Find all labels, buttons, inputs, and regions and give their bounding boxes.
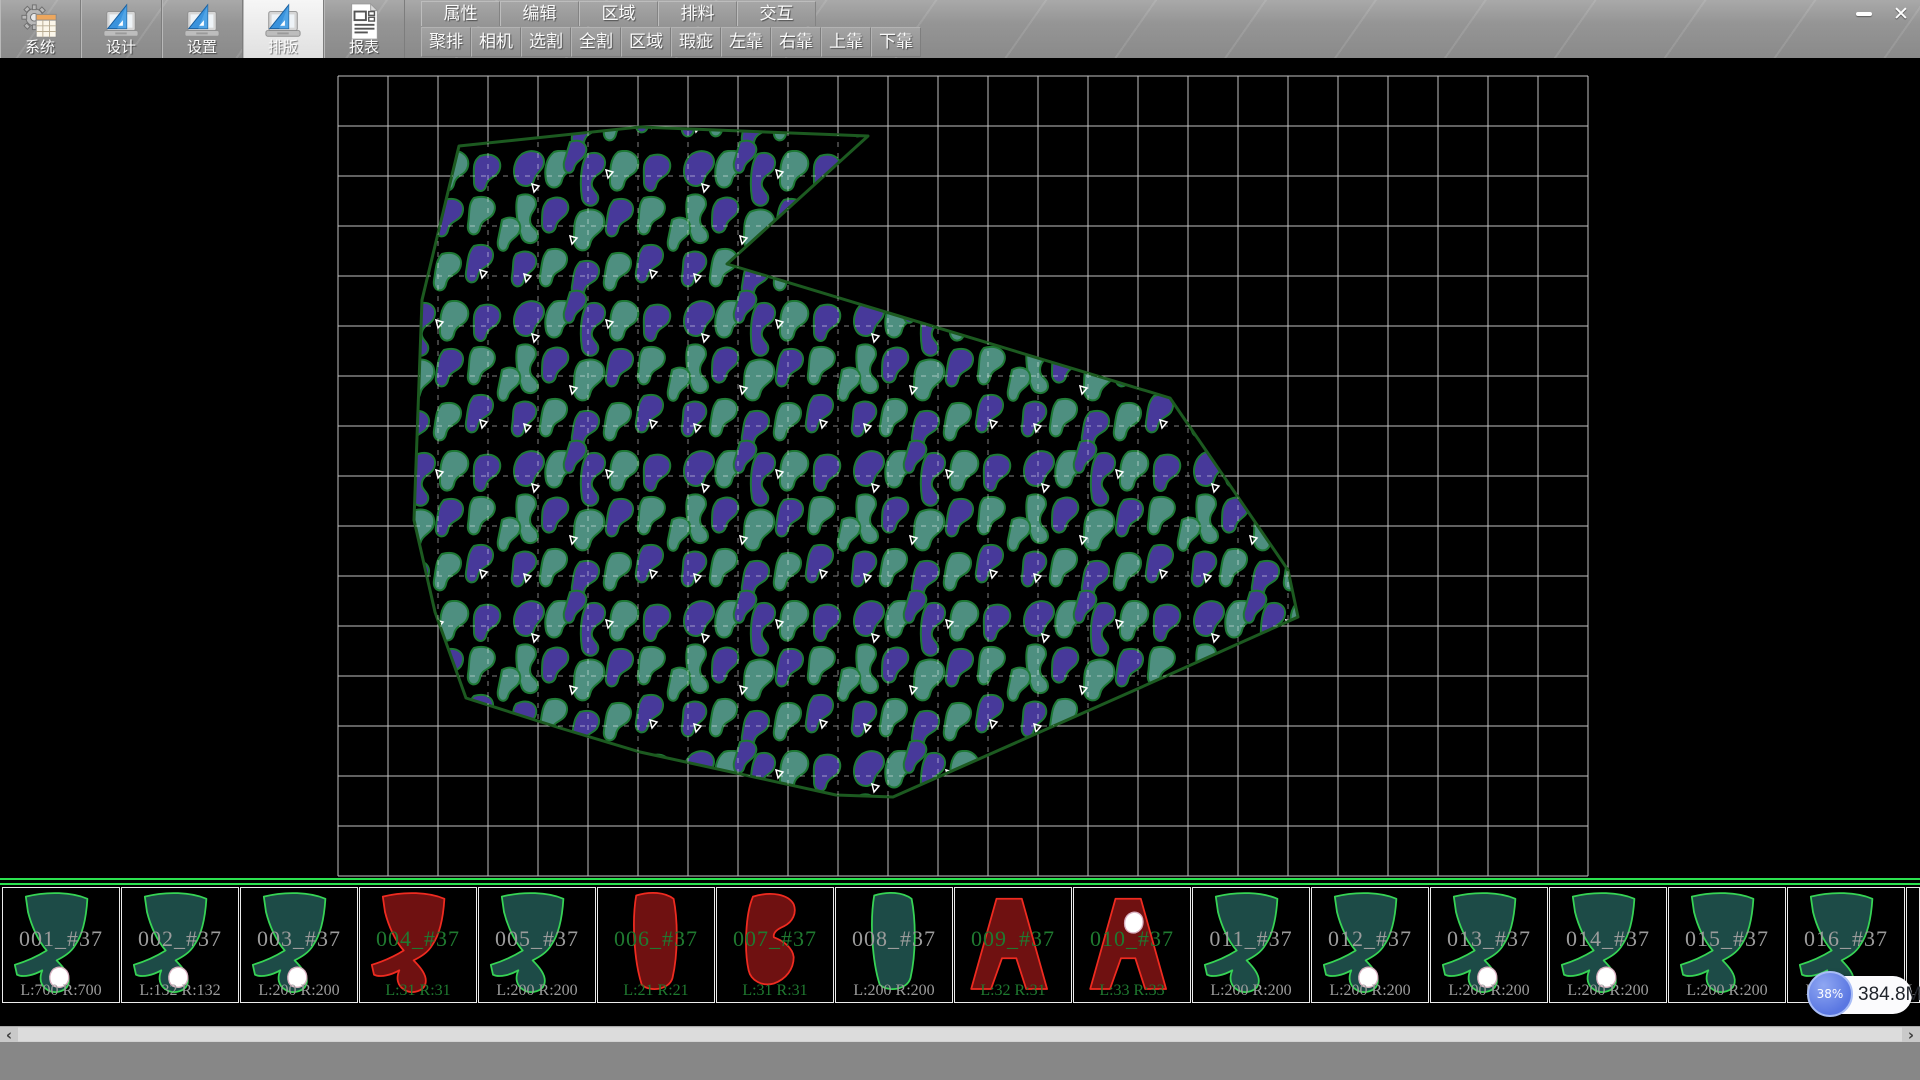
app-window: 系统 设计 设置 排版 报表 属性编辑区域排料交互 聚排相机选割全割区域瑕疵左靠…: [0, 0, 1920, 1080]
piece-thumbnail-6[interactable]: 006_#37 L:21 R:21: [597, 887, 715, 1003]
tool-button-10[interactable]: 下靠: [871, 27, 921, 57]
piece-lr-count: L:200 R:200: [1550, 982, 1666, 1000]
strip-divider-line-bottom: [0, 883, 1920, 885]
piece-id-label: 005_#37: [479, 926, 595, 952]
piece-id-label: 010_#37: [1074, 926, 1190, 952]
menu-tab-5[interactable]: 交互: [737, 1, 816, 26]
horizontal-scrollbar[interactable]: ‹ ›: [0, 1026, 1920, 1042]
piece-id-label: 003_#37: [241, 926, 357, 952]
piece-thumbnail-3[interactable]: 003_#37 L:200 R:200: [240, 887, 358, 1003]
menu-tab-4[interactable]: 排料: [658, 1, 737, 26]
scroll-left-arrow[interactable]: ‹: [0, 1027, 18, 1042]
piece-lr-count: L:200 R:200: [1193, 982, 1309, 1000]
memory-label: 384.8M: [1858, 976, 1920, 1014]
piece-id-label: 009_#37: [955, 926, 1071, 952]
minimize-button[interactable]: [1847, 2, 1881, 25]
piece-thumbnail-1[interactable]: 001_#37 L:700 R:700: [2, 887, 120, 1003]
piece-id-label: 014_#37: [1550, 926, 1666, 952]
menu-tab-1[interactable]: 属性: [421, 1, 500, 26]
piece-thumbnail-5[interactable]: 005_#37 L:200 R:200: [478, 887, 596, 1003]
piece-lr-count: L:31 R:31: [717, 982, 833, 1000]
piece-id-label: 002_#37: [122, 926, 238, 952]
piece-lr-count: L:32 R:31: [955, 982, 1071, 1000]
app-button-3[interactable]: 设置: [162, 0, 243, 58]
close-icon: ✕: [1893, 3, 1909, 25]
piece-thumbnail-9[interactable]: 009_#37 L:32 R:31: [954, 887, 1072, 1003]
piece-thumbnail-14[interactable]: 014_#37 L:200 R:200: [1549, 887, 1667, 1003]
piece-lr-count: L:132 R:132: [122, 982, 238, 1000]
tool-button-6[interactable]: 瑕疵: [671, 27, 721, 57]
piece-lr-count: L:200 R:200: [1312, 982, 1428, 1000]
tool-button-8[interactable]: 右靠: [771, 27, 821, 57]
scrollbar-thumb[interactable]: [18, 1028, 1902, 1041]
window-controls: ✕: [1847, 2, 1918, 25]
menu-tab-2[interactable]: 编辑: [500, 1, 579, 26]
app-button-4[interactable]: 排版: [243, 0, 324, 58]
app-button-label: 设计: [81, 36, 161, 57]
piece-thumbnail-4[interactable]: 004_#37 L:31 R:31: [359, 887, 477, 1003]
close-button[interactable]: ✕: [1884, 2, 1918, 25]
nesting-canvas[interactable]: [0, 58, 1920, 878]
progress-percent: 38%: [1817, 987, 1844, 1001]
piece-thumbnail-8[interactable]: 008_#37 L:200 R:200: [835, 887, 953, 1003]
piece-id-label: 001_#37: [3, 926, 119, 952]
tool-button-9[interactable]: 上靠: [821, 27, 871, 57]
piece-lr-count: L:200 R:200: [479, 982, 595, 1000]
scroll-right-arrow[interactable]: ›: [1902, 1027, 1920, 1042]
app-button-label: 报表: [324, 36, 404, 57]
piece-id-label: 008_#37: [836, 926, 952, 952]
piece-thumbnail-15[interactable]: 015_#37 L:200 R:200: [1668, 887, 1786, 1003]
progress-circle: 38%: [1807, 971, 1853, 1017]
piece-lr-count: L:200 R:200: [1669, 982, 1785, 1000]
piece-id-label: 004_#37: [360, 926, 476, 952]
piece-id-label: 006_#37: [598, 926, 714, 952]
piece-id-label: 012_#37: [1312, 926, 1428, 952]
app-button-2[interactable]: 设计: [81, 0, 162, 58]
tool-button-4[interactable]: 全割: [571, 27, 621, 57]
tool-button-7[interactable]: 左靠: [721, 27, 771, 57]
piece-thumbnail-13[interactable]: 013_#37 L:200 R:200: [1430, 887, 1548, 1003]
titlebar: 系统 设计 设置 排版 报表 属性编辑区域排料交互 聚排相机选割全割区域瑕疵左靠…: [0, 0, 1920, 59]
piece-id-label: 016_#37: [1788, 926, 1904, 952]
strip-divider-line-top: [0, 878, 1920, 880]
piece-id-label: 007_#37: [717, 926, 833, 952]
piece-lr-count: L:33 R:33: [1074, 982, 1190, 1000]
piece-lr-count: L:200 R:200: [1431, 982, 1547, 1000]
menu-tab-bar: 属性编辑区域排料交互: [421, 1, 816, 27]
app-button-label: 排版: [243, 36, 323, 57]
piece-lr-count: L:200 R:200: [836, 982, 952, 1000]
piece-id-label: 013_#37: [1431, 926, 1547, 952]
app-button-bar: 系统 设计 设置 排版 报表: [0, 0, 405, 58]
menu-tab-3[interactable]: 区域: [579, 1, 658, 26]
tool-button-2[interactable]: 相机: [471, 27, 521, 57]
tool-button-5[interactable]: 区域: [621, 27, 671, 57]
progress-indicator: 38% 384.8M: [1810, 976, 1912, 1014]
piece-lr-count: L:31 R:31: [360, 982, 476, 1000]
app-button-label: 设置: [162, 36, 242, 57]
piece-thumbnail-10[interactable]: 010_#37 L:33 R:33: [1073, 887, 1191, 1003]
minimize-icon: [1856, 12, 1872, 16]
tool-button-1[interactable]: 聚排: [421, 27, 471, 57]
piece-thumbnail-12[interactable]: 012_#37 L:200 R:200: [1311, 887, 1429, 1003]
piece-thumbnail-11[interactable]: 011_#37 L:200 R:200: [1192, 887, 1310, 1003]
piece-lr-count: L:200 R:200: [241, 982, 357, 1000]
piece-id-label: 011_#37: [1193, 926, 1309, 952]
app-button-5[interactable]: 报表: [324, 0, 405, 58]
tool-button-3[interactable]: 选割: [521, 27, 571, 57]
bottom-status-bar: [0, 1042, 1920, 1080]
tool-button-bar: 聚排相机选割全割区域瑕疵左靠右靠上靠下靠: [421, 27, 921, 58]
piece-id-label: 015_#37: [1669, 926, 1785, 952]
app-button-1[interactable]: 系统: [0, 0, 81, 58]
piece-thumbnail-7[interactable]: 007_#37 L:31 R:31: [716, 887, 834, 1003]
app-button-label: 系统: [0, 36, 80, 57]
piece-thumbnail-2[interactable]: 002_#37 L:132 R:132: [121, 887, 239, 1003]
piece-lr-count: L:21 R:21: [598, 982, 714, 1000]
piece-lr-count: L:700 R:700: [3, 982, 119, 1000]
